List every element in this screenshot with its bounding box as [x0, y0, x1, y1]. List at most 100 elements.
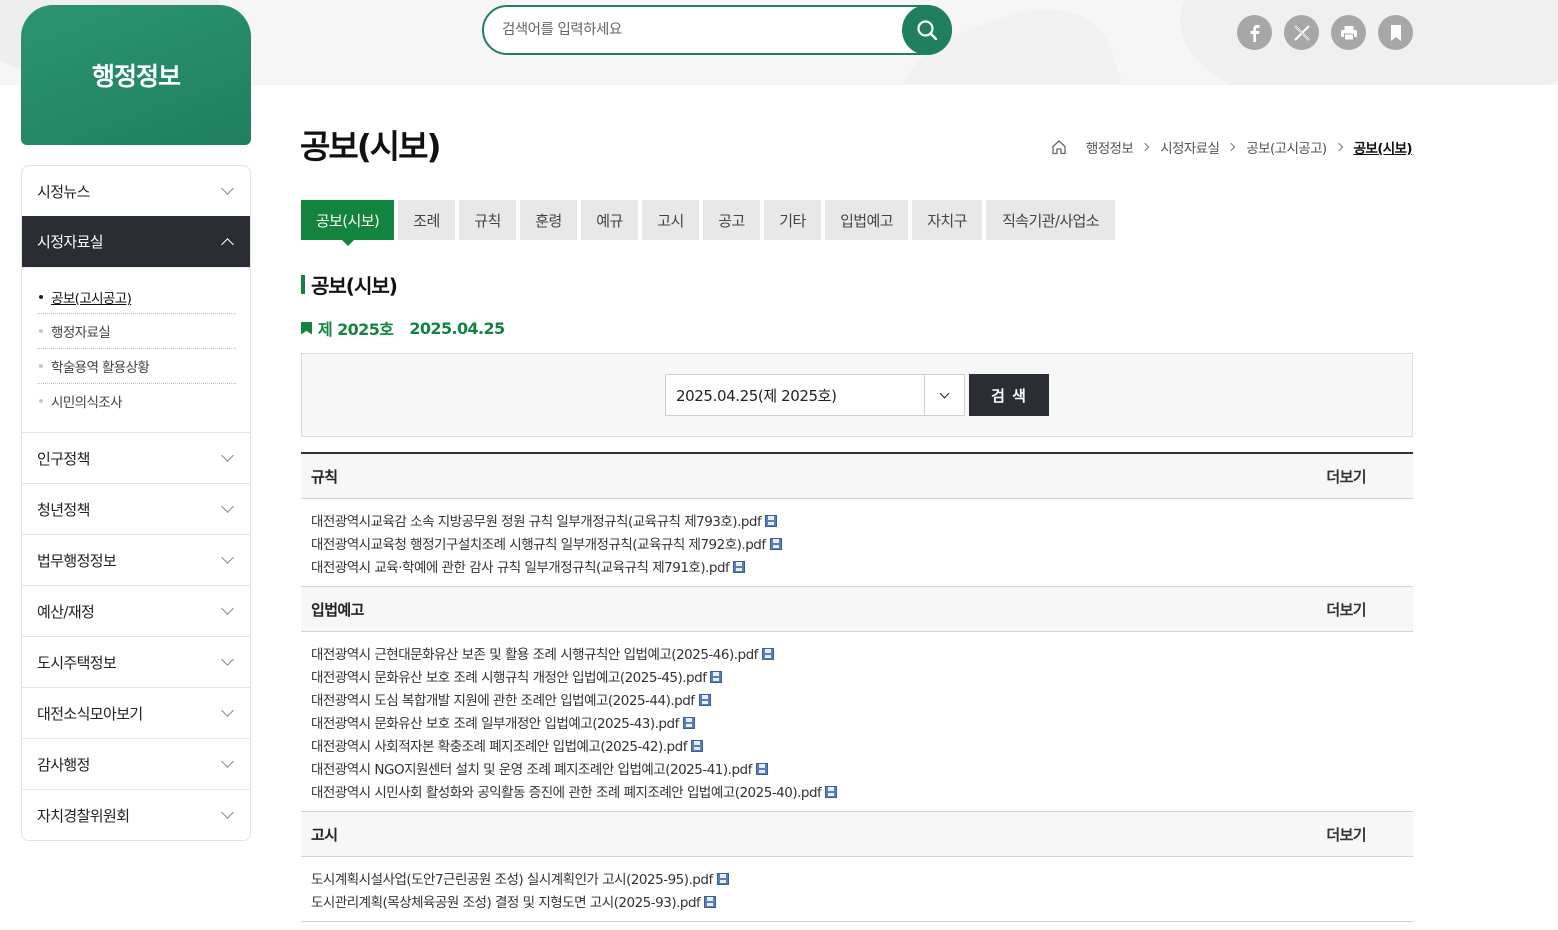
file-name: 대전광역시교육청 행정기구설치조례 시행규칙 일부개정규칙(교육규칙 제792호… — [311, 536, 766, 553]
download-icon[interactable] — [755, 763, 768, 775]
facebook-button[interactable] — [1237, 15, 1272, 50]
submenu-item-label: 공보(고시공고) — [51, 291, 132, 307]
sidebar-item-city-archive[interactable]: 시정자료실 — [22, 216, 250, 267]
select-arrow — [924, 375, 964, 415]
search-button[interactable] — [902, 5, 952, 55]
sidebar-item-audit[interactable]: 감사행정 — [22, 738, 250, 789]
file-link[interactable]: 대전광역시 NGO지원센터 설치 및 운영 조례 폐지조례안 입법예고(2025… — [311, 756, 1403, 779]
chevron-right-icon — [1334, 142, 1343, 152]
sidebar-item-city-news[interactable]: 시정뉴스 — [22, 166, 250, 216]
download-icon[interactable] — [698, 694, 711, 706]
chevron-down-icon — [221, 182, 234, 195]
tab-precedent[interactable]: 예규 — [581, 200, 638, 240]
file-link[interactable]: 대전광역시 도심 복합개발 지원에 관한 조례안 입법예고(2025-44).p… — [311, 687, 1403, 710]
bullet-icon — [39, 329, 43, 333]
download-icon[interactable] — [765, 515, 778, 527]
file-link[interactable]: 도시관리계획(목상체육공원 조성) 결정 및 지형도면 고시(2025-93).… — [311, 889, 1403, 912]
download-icon[interactable] — [716, 873, 729, 885]
breadcrumb-item[interactable]: 공보(고시공고) — [1246, 137, 1327, 157]
more-link[interactable]: 더보기 — [1326, 824, 1366, 845]
chevron-down-icon — [221, 551, 234, 564]
tab-directive[interactable]: 훈령 — [520, 200, 577, 240]
chevron-down-icon — [221, 602, 234, 615]
board-section-title: 규칙 — [311, 467, 338, 486]
board-section-body: 대전광역시교육감 소속 지방공무원 정원 규칙 일부개정규칙(교육규칙 제793… — [301, 499, 1413, 587]
download-icon[interactable] — [682, 717, 695, 729]
sidebar-item-label: 자치경찰위원회 — [37, 806, 130, 825]
more-link[interactable]: 더보기 — [1326, 466, 1366, 487]
issue-info: 제 2025호 2025.04.25 — [301, 316, 505, 340]
sidebar-item-label: 법무행정정보 — [37, 551, 117, 570]
breadcrumb-item[interactable]: 행정정보 — [1086, 137, 1134, 157]
tab-announcement[interactable]: 공고 — [703, 200, 760, 240]
file-name: 대전광역시교육감 소속 지방공무원 정원 규칙 일부개정규칙(교육규칙 제793… — [311, 513, 762, 530]
tab-notice[interactable]: 고시 — [642, 200, 699, 240]
tab-gazette[interactable]: 공보(시보) — [301, 200, 394, 246]
more-link[interactable]: 더보기 — [1326, 599, 1366, 620]
tab-ordinance[interactable]: 조례 — [398, 200, 455, 240]
file-link[interactable]: 대전광역시 교육·학예에 관한 감사 규칙 일부개정규칙(교육규칙 제791호)… — [311, 554, 1403, 577]
sidebar-item-police-committee[interactable]: 자치경찰위원회 — [22, 789, 250, 840]
home-icon[interactable] — [1051, 139, 1067, 155]
issue-select[interactable]: 2025.04.25(제 2025호) — [665, 374, 965, 416]
issue-select-value: 2025.04.25(제 2025호) — [676, 386, 837, 405]
sidebar-item-legal[interactable]: 법무행정정보 — [22, 534, 250, 585]
tab-etc[interactable]: 기타 — [764, 200, 821, 240]
bookmark-button[interactable] — [1378, 15, 1413, 50]
sidebar-item-housing[interactable]: 도시주택정보 — [22, 636, 250, 687]
issue-filter: 2025.04.25(제 2025호) 검 색 — [301, 353, 1413, 437]
breadcrumb-item[interactable]: 시정자료실 — [1160, 137, 1220, 157]
sidebar-item-label: 시정자료실 — [37, 233, 104, 251]
search-input[interactable] — [502, 22, 892, 38]
file-link[interactable]: 대전광역시 문화유산 보호 조례 일부개정안 입법예고(2025-43).pdf — [311, 710, 1403, 733]
sidebar-item-budget[interactable]: 예산/재정 — [22, 585, 250, 636]
file-name: 도시관리계획(목상체육공원 조성) 결정 및 지형도면 고시(2025-93).… — [311, 894, 701, 911]
print-button[interactable] — [1331, 15, 1366, 50]
file-link[interactable]: 대전광역시 근현대문화유산 보존 및 활용 조례 시행규칙안 입법예고(2025… — [311, 641, 1403, 664]
sidebar-item-population[interactable]: 인구정책 — [22, 432, 250, 483]
file-name: 대전광역시 NGO지원센터 설치 및 운영 조례 폐지조례안 입법예고(2025… — [311, 761, 752, 778]
submenu-item-label: 시민의식조사 — [51, 395, 123, 411]
bookmark-icon — [1390, 24, 1401, 41]
sidebar-item-daejeon-news[interactable]: 대전소식모아보기 — [22, 687, 250, 738]
chevron-down-icon — [221, 806, 234, 819]
download-icon[interactable] — [825, 786, 838, 798]
breadcrumb-current[interactable]: 공보(시보) — [1354, 137, 1413, 157]
issue-date: 2025.04.25 — [409, 318, 505, 338]
submenu-item-label: 학술용역 활용상황 — [51, 360, 150, 376]
tab-affiliated-agencies[interactable]: 직속기관/사업소 — [986, 200, 1115, 240]
file-link[interactable]: 대전광역시 문화유산 보호 조례 시행규칙 개정안 입법예고(2025-45).… — [311, 664, 1403, 687]
chevron-down-icon — [939, 388, 950, 398]
download-icon[interactable] — [704, 896, 717, 908]
download-icon[interactable] — [761, 648, 774, 660]
file-name: 대전광역시 사회적자본 확충조례 폐지조례안 입법예고(2025-42).pdf — [311, 738, 687, 755]
download-icon[interactable] — [769, 538, 782, 550]
file-name: 대전광역시 문화유산 보호 조례 시행규칙 개정안 입법예고(2025-45).… — [311, 669, 707, 686]
file-link[interactable]: 대전광역시교육감 소속 지방공무원 정원 규칙 일부개정규칙(교육규칙 제793… — [311, 508, 1403, 531]
tab-legislative-notice[interactable]: 입법예고 — [825, 200, 908, 240]
submenu-item-survey[interactable]: 시민의식조사 — [37, 383, 236, 418]
tab-rule[interactable]: 규칙 — [459, 200, 516, 240]
board-section-header: 고시 더보기 — [301, 812, 1413, 857]
file-link[interactable]: 도시계획시설사업(도안7근린공원 조성) 실시계획인가 고시(2025-95).… — [311, 866, 1403, 889]
tab-district[interactable]: 자치구 — [912, 200, 982, 240]
sidebar-item-label: 도시주택정보 — [37, 653, 117, 672]
sidebar-submenu: 공보(고시공고) 행정자료실 학술용역 활용상황 시민의식조사 — [22, 267, 250, 432]
submenu-item-gazette[interactable]: 공보(고시공고) — [37, 281, 236, 313]
x-share-button[interactable] — [1284, 15, 1319, 50]
file-link[interactable]: 대전광역시교육청 행정기구설치조례 시행규칙 일부개정규칙(교육규칙 제792호… — [311, 531, 1403, 554]
submenu-item-research[interactable]: 학술용역 활용상황 — [37, 348, 236, 383]
file-link[interactable]: 대전광역시 시민사회 활성화와 공익활동 증진에 관한 조례 폐지조례안 입법예… — [311, 779, 1403, 802]
download-icon[interactable] — [733, 561, 746, 573]
download-icon[interactable] — [690, 740, 703, 752]
download-icon[interactable] — [710, 671, 723, 683]
chevron-right-icon — [1227, 142, 1236, 152]
board-section-header: 입법예고 더보기 — [301, 587, 1413, 632]
chevron-down-icon — [221, 704, 234, 717]
file-link[interactable]: 대전광역시 사회적자본 확충조례 폐지조례안 입법예고(2025-42).pdf — [311, 733, 1403, 756]
board-section-header: 규칙 더보기 — [301, 454, 1413, 499]
submenu-item-admin-data[interactable]: 행정자료실 — [37, 313, 236, 348]
filter-search-button[interactable]: 검 색 — [969, 374, 1049, 416]
search-bar — [482, 5, 952, 55]
sidebar-item-youth[interactable]: 청년정책 — [22, 483, 250, 534]
